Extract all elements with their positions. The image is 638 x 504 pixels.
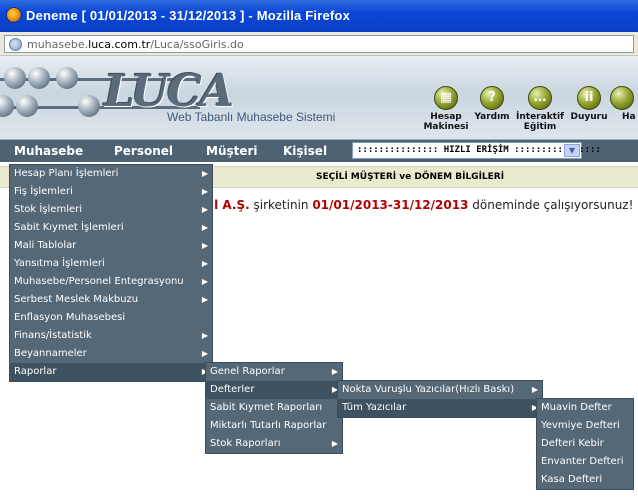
- chevron-right-icon: ▶: [201, 259, 208, 268]
- window-title: Deneme [ 01/01/2013 - 31/12/2013 ] - Moz…: [26, 8, 350, 23]
- chat-icon: …: [528, 86, 552, 110]
- menu-item-entegrasyon[interactable]: Muhasebe/Personel Entegrasyonu ▶: [10, 273, 212, 291]
- period-range: 01/01/2013-31/12/2013: [312, 198, 469, 212]
- menu-item-nokta-vuruslu[interactable]: Nokta Vuruşlu Yazıcılar(Hızlı Baskı) ▶: [338, 381, 542, 399]
- menu-item-stok[interactable]: Stok İşlemleri ▶: [10, 201, 212, 219]
- menu-item-mali-tablolar[interactable]: Mali Tablolar ▶: [10, 237, 212, 255]
- address-bar: muhasebe.luca.com.tr/Luca/ssoGiris.do: [0, 32, 638, 56]
- menu-kisisel[interactable]: Kişisel: [283, 144, 327, 158]
- menu-item-envanter-defteri[interactable]: Envanter Defteri: [537, 453, 633, 471]
- menu-item-sabit-kiymet-raporlari[interactable]: Sabit Kıymet Raporları: [206, 399, 342, 417]
- tagline: Web Tabanlı Muhasebe Sistemi: [167, 110, 336, 124]
- main-menubar: Muhasebe Personel Müşteri Kişisel ::::::…: [0, 140, 638, 162]
- url-field[interactable]: muhasebe.luca.com.tr/Luca/ssoGiris.do: [4, 35, 634, 53]
- globe-icon: [9, 38, 22, 51]
- chevron-right-icon: ▶: [201, 295, 208, 304]
- menu-personel[interactable]: Personel: [114, 144, 173, 158]
- menu-item-raporlar[interactable]: Raporlar▶: [10, 363, 212, 381]
- chevron-right-icon: ▶: [331, 367, 338, 376]
- muhasebe-menu: Hesap Planı İşlemleri ▶ Fiş İşlemleri ▶ St…: [9, 164, 213, 382]
- url-text: muhasebe.luca.com.tr/Luca/ssoGiris.do: [27, 38, 244, 51]
- menu-item-stok-raporlari[interactable]: Stok Raporları ▶: [206, 435, 342, 453]
- menu-item-finans[interactable]: Finans/İstatistik ▶: [10, 327, 212, 345]
- menu-muhasebe[interactable]: Muhasebe: [14, 144, 83, 158]
- menu-item-beyannameler[interactable]: Beyannameler ▶: [10, 345, 212, 363]
- menu-item-tum-yazicilar[interactable]: Tüm Yazıcılar ▶: [338, 399, 542, 417]
- menu-item-sabit-kiymet[interactable]: Sabit Kıymet İşlemleri ▶: [10, 219, 212, 237]
- chevron-right-icon: ▶: [201, 169, 208, 178]
- raporlar-submenu: Genel Raporlar ▶ Defterler ▶ Sabit Kıymet …: [205, 362, 343, 454]
- abacus-graphic: [0, 62, 200, 136]
- news-button[interactable]: Ha: [606, 86, 638, 122]
- period-notice: il A.Ş. şirketinin 01/01/2013-31/12/2013…: [210, 198, 634, 212]
- menu-item-defterler[interactable]: Defterler ▶: [206, 381, 342, 399]
- menu-item-miktarli-tutarli[interactable]: Miktarlı Tutarlı Raporlar: [206, 417, 342, 435]
- section-title: SEÇİLİ MÜŞTERİ ve DÖNEM BİLGİLERİ: [316, 172, 505, 182]
- firefox-icon: [6, 7, 22, 23]
- menu-item-genel-raporlar[interactable]: Genel Raporlar ▶: [206, 363, 342, 381]
- menu-item-hesap-plani[interactable]: Hesap Planı İşlemleri ▶: [10, 165, 212, 183]
- chevron-right-icon: ▶: [331, 439, 338, 448]
- news-icon: [610, 86, 634, 110]
- defterler-submenu: Nokta Vuruşlu Yazıcılar(Hızlı Baskı) ▶ Tü…: [337, 380, 543, 418]
- company-name: il A.Ş.: [210, 198, 250, 212]
- chevron-right-icon: ▶: [201, 277, 208, 286]
- menu-item-serbest-meslek[interactable]: Serbest Meslek Makbuzu ▶: [10, 291, 212, 309]
- help-icon: ?: [480, 86, 504, 110]
- menu-item-yansitma[interactable]: Yansıtma İşlemleri ▶: [10, 255, 212, 273]
- announcement-icon: ii: [577, 86, 601, 110]
- menu-item-fis[interactable]: Fiş İşlemleri ▶: [10, 183, 212, 201]
- chevron-right-icon: ▶: [201, 241, 208, 250]
- menu-item-muavin-defter[interactable]: Muavin Defter: [537, 399, 633, 417]
- chevron-right-icon: ▶: [201, 205, 208, 214]
- chevron-right-icon: ▶: [531, 385, 538, 394]
- menu-musteri[interactable]: Müşteri: [206, 144, 258, 158]
- calculator-icon: ▦: [434, 86, 458, 110]
- header-banner: LUCA Web Tabanlı Muhasebe Sistemi ▦ Hesa…: [0, 56, 638, 140]
- tum-yazicilar-submenu: Muavin Defter Yevmiye Defteri Defteri Ke…: [536, 398, 634, 490]
- window-titlebar: Deneme [ 01/01/2013 - 31/12/2013 ] - Moz…: [0, 0, 638, 32]
- chevron-down-icon[interactable]: ▼: [564, 144, 580, 157]
- interactive-training-button[interactable]: … İnteraktif Eğitim: [512, 86, 568, 132]
- menu-item-defteri-kebir[interactable]: Defteri Kebir: [537, 435, 633, 453]
- menu-item-kasa-defteri[interactable]: Kasa Defteri: [537, 471, 633, 489]
- quick-access-select[interactable]: ::::::::::::::: HIZLI ERİŞİM :::::::::::…: [352, 142, 601, 159]
- chevron-right-icon: ▶: [201, 187, 208, 196]
- chevron-right-icon: ▶: [201, 331, 208, 340]
- chevron-right-icon: ▶: [201, 223, 208, 232]
- menu-item-yevmiye-defteri[interactable]: Yevmiye Defteri: [537, 417, 633, 435]
- chevron-right-icon: ▶: [201, 349, 208, 358]
- menu-item-enflasyon[interactable]: Enflasyon Muhasebesi: [10, 309, 212, 327]
